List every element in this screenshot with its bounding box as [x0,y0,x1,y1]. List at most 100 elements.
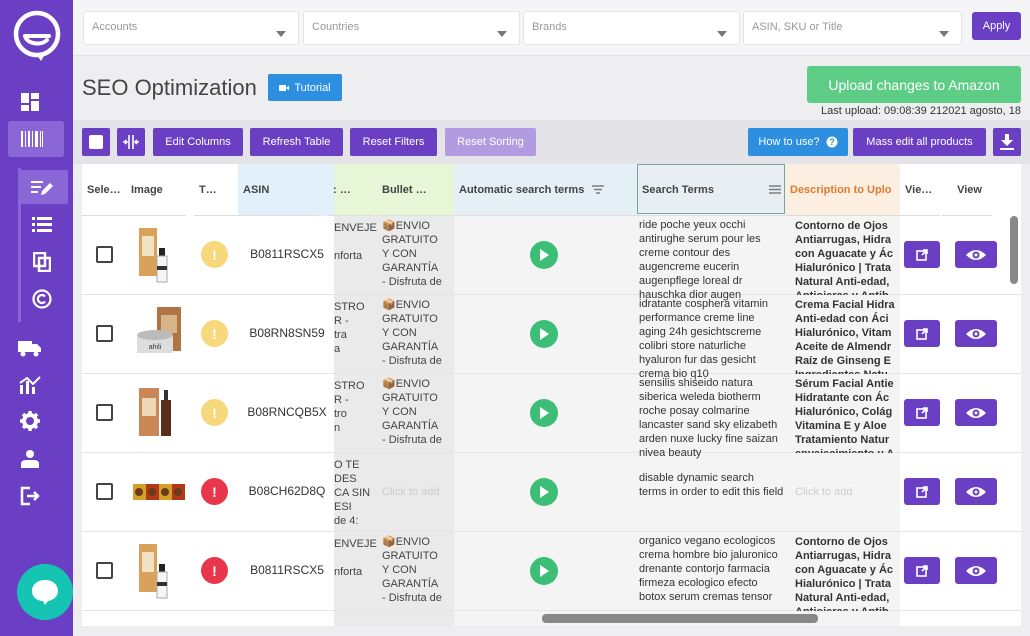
view-button[interactable] [955,320,997,347]
select-all-button[interactable] [82,128,110,156]
copy-icon[interactable] [30,250,54,274]
row-checkbox[interactable] [96,325,113,342]
accounts-select[interactable]: Accounts [83,11,299,45]
bullet-line: 📦ENVIO [382,299,430,311]
open-external-button[interactable] [904,478,940,505]
table-row[interactable]: ahili! B08RN8SN59 STRO R - tra a 📦ENVIO GRATUIT… [82,295,1021,380]
truck-icon[interactable] [18,336,42,360]
play-button[interactable] [530,557,558,585]
brands-select[interactable]: Brands [523,11,740,45]
col-header-auto-search[interactable]: Automatic search terms [454,164,637,216]
view-button[interactable] [955,478,997,505]
bullet-click-to-add[interactable]: Click to add [382,485,450,499]
vertical-scrollbar[interactable] [1010,216,1018,284]
description-text[interactable]: Contorno de Ojos Antiarrugas, Hidra con Ag… [795,219,899,295]
status-error-icon[interactable]: ! [201,557,228,584]
mass-edit-button[interactable]: Mass edit all products [853,128,986,156]
view-button[interactable] [955,399,997,426]
description-text[interactable]: Crema Facial Hidra Anti-edad con Áci Hialu… [795,298,899,374]
edit-list-icon[interactable] [30,176,54,200]
refresh-table-button[interactable]: Refresh Table [250,128,343,156]
asin-search-select[interactable]: ASIN, SKU or Title [743,11,962,45]
play-button[interactable] [530,320,558,348]
app-logo[interactable] [11,8,63,64]
asin-value: B08RN8SN59 [249,326,325,340]
analytics-icon[interactable] [18,373,42,397]
open-external-button[interactable] [904,241,940,268]
barcode-icon[interactable] [20,127,44,151]
row-checkbox[interactable] [96,404,113,421]
reset-sorting-button[interactable]: Reset Sorting [445,128,536,156]
prev-line: tro [334,408,347,420]
description-text[interactable]: Sérum Facial Antie Hidratante con Ác Hialu… [795,377,899,453]
table-row[interactable]: ! B08RNCQB5X STRO R - tro n 📦ENVIO GRATUITO Y CO… [82,374,1021,459]
status-warning-icon[interactable]: ! [201,399,228,426]
last-upload-text: Last upload: 09:08:39 212021 agosto, 18 [820,105,1021,117]
search-terms-text[interactable]: ride poche yeux occhi antirughe serum po… [639,218,784,302]
view-button[interactable] [955,557,997,584]
row-checkbox[interactable] [96,562,113,579]
table-row[interactable]: ! B0811RSCX5 ENVEJE nforta 📦ENVIO GRATUITO Y C… [82,216,1021,301]
bullet-points-text[interactable]: 📦ENVIO GRATUITO Y CON GARANTÍA - Disfruta de [382,219,450,289]
col-header-prev[interactable]: : … [328,164,374,216]
col-header-select[interactable]: Sele… [82,164,126,216]
product-image[interactable] [133,226,185,289]
col-header-bullet[interactable]: Bullet … [377,164,453,216]
col-header-image[interactable]: Image [126,164,186,216]
list-icon[interactable] [30,212,54,236]
open-external-button[interactable] [904,399,940,426]
search-terms-text[interactable]: disable dynamic search terms in order to… [639,471,784,499]
edit-columns-button[interactable]: Edit Columns [153,128,243,156]
users-icon[interactable] [18,447,42,471]
menu-icon[interactable] [769,185,781,194]
logout-icon[interactable] [18,484,42,508]
row-checkbox[interactable] [96,246,113,263]
column-resize-button[interactable] [117,128,145,156]
table-row[interactable]: ! B08CH62D8Q O TE DES CA SIN ESI de 4: Click to… [82,453,1021,532]
col-header-view[interactable]: View [942,164,992,216]
bullet-points-text[interactable]: 📦ENVIO GRATUITO Y CON GARANTÍA - Disfruta de [382,535,450,605]
col-header-search-terms[interactable]: Search Terms [637,164,785,216]
apply-button[interactable]: Apply [972,12,1021,40]
gear-icon[interactable] [18,409,42,433]
bullet-points-text[interactable]: 📦ENVIO GRATUITO Y CON GARANTÍA - Disfruta de [382,298,450,368]
row-checkbox[interactable] [96,483,113,500]
product-image[interactable] [133,542,185,605]
tutorial-button[interactable]: Tutorial [268,74,342,101]
chat-button[interactable] [17,564,73,620]
status-error-icon[interactable]: ! [201,478,228,505]
download-button[interactable] [993,128,1021,156]
play-button[interactable] [530,241,558,269]
filter-icon[interactable] [592,185,605,194]
col-header-view-edit[interactable]: Vie… [900,164,940,216]
open-external-button[interactable] [904,557,940,584]
col-header-description[interactable]: Description to Uplo [785,164,900,216]
status-warning-icon[interactable]: ! [201,320,228,347]
horizontal-scrollbar[interactable] [542,614,818,623]
status-warning-icon[interactable]: ! [201,241,228,268]
open-external-button[interactable] [904,320,940,347]
prev-line: R - [334,394,349,406]
play-button[interactable] [530,478,558,506]
search-terms-text[interactable]: sensilis shiseido natura siberica weleda… [639,376,784,460]
description-click-to-add[interactable]: Click to add [795,485,899,499]
product-image[interactable] [133,480,185,509]
countries-select[interactable]: Countries [303,11,520,45]
play-button[interactable] [530,399,558,427]
search-terms-text[interactable]: organico vegano ecologicos crema hombre … [639,534,784,604]
col-header-asin[interactable]: ASIN [238,164,318,216]
product-image[interactable]: ahili [133,305,185,368]
search-terms-text[interactable]: idratante cosphera vitamin performance c… [639,297,784,381]
view-button[interactable] [955,241,997,268]
dashboard-icon[interactable] [18,90,42,114]
col-header-type[interactable]: T… [194,164,238,216]
reset-filters-button[interactable]: Reset Filters [350,128,437,156]
product-image[interactable] [133,384,185,447]
how-to-use-button[interactable]: How to use? ? [748,128,848,156]
description-line: Tratamiento Natur [795,434,890,446]
table-row[interactable]: ! B0811RSCX5 ENVEJE nforta 📦ENVIO GRATUITO Y C… [82,532,1021,611]
copyright-icon[interactable] [30,287,54,311]
upload-to-amazon-button[interactable]: Upload changes to Amazon [807,66,1021,103]
description-text[interactable]: Contorno de Ojos Antiarrugas, Hidra con Ag… [795,535,899,611]
bullet-points-text[interactable]: 📦ENVIO GRATUITO Y CON GARANTÍA - Disfruta de [382,377,450,447]
